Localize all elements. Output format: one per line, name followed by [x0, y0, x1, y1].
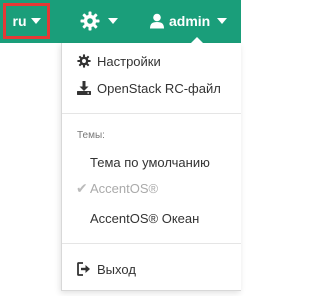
top-navbar: ru admin [0, 0, 241, 43]
logout-label: Выход [97, 261, 136, 277]
theme-label: AccentOS® Океан [90, 210, 200, 226]
settings-menu-item[interactable]: Настройки [62, 48, 241, 74]
caret-down-icon [217, 18, 228, 24]
settings-dropdown-button[interactable] [80, 9, 118, 33]
menu-divider [62, 243, 241, 244]
rc-file-label: OpenStack RC-файл [97, 80, 221, 96]
caret-down-icon [108, 18, 118, 24]
theme-item-default[interactable]: Тема по умолчанию [62, 149, 241, 175]
dropdown-pointer [190, 37, 204, 44]
theme-label: AccentOS® [90, 180, 159, 196]
theme-item-accentos-ocean[interactable]: AccentOS® Океан [62, 205, 241, 231]
menu-divider [62, 113, 241, 114]
language-label: ru [12, 13, 27, 29]
themes-header: Темы: [77, 130, 105, 141]
download-icon [77, 81, 91, 95]
gear-icon [77, 54, 91, 68]
sign-out-icon [77, 262, 91, 276]
rc-file-menu-item[interactable]: OpenStack RC-файл [62, 75, 241, 101]
username-label: admin [169, 13, 211, 29]
user-dropdown-button[interactable]: admin [150, 9, 228, 33]
theme-label: Тема по умолчанию [90, 154, 210, 170]
language-dropdown-button[interactable]: ru [3, 3, 50, 39]
check-icon: ✔ [76, 179, 88, 196]
user-icon [150, 13, 164, 29]
gear-icon [80, 11, 100, 31]
caret-down-icon [30, 18, 41, 24]
user-dropdown-menu: Настройки OpenStack RC-файл Темы: Тема п… [61, 37, 241, 291]
settings-label: Настройки [97, 53, 161, 69]
theme-item-accentos[interactable]: ✔ AccentOS® [62, 175, 241, 201]
logout-menu-item[interactable]: Выход [62, 256, 241, 282]
